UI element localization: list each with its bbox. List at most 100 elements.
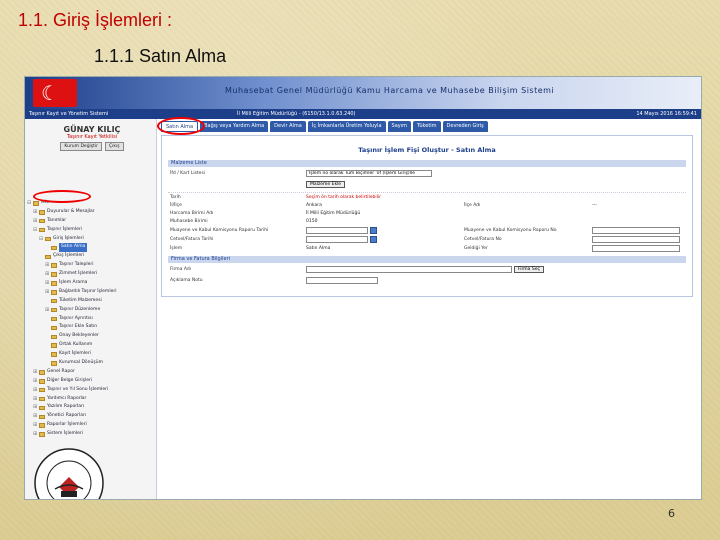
tree-toggle-icon[interactable]: ⊞ bbox=[33, 412, 38, 421]
tree-item[interactable]: ⊞ Zimmet İşlemleri bbox=[27, 270, 155, 279]
transaction-value: Satın Alma bbox=[306, 246, 331, 251]
tree-toggle-icon[interactable]: ⊞ bbox=[45, 288, 50, 297]
app-screenshot: ☾ Muhasebat Genel Müdürlüğü Kamu Harcama… bbox=[24, 76, 702, 500]
invoice-date-input[interactable] bbox=[306, 236, 368, 243]
calendar-icon[interactable] bbox=[370, 227, 377, 234]
tree-item[interactable]: ⊞ Sistem İşlemleri bbox=[27, 430, 155, 439]
tree-toggle-icon[interactable]: ⊟ bbox=[33, 226, 38, 235]
folder-icon bbox=[39, 387, 45, 393]
note-input[interactable] bbox=[306, 277, 378, 284]
inspection-no-input[interactable] bbox=[592, 227, 680, 234]
tree-item[interactable]: ⊞ Raporlar İşlemleri bbox=[27, 421, 155, 430]
folder-icon bbox=[51, 361, 57, 366]
tree-toggle-icon[interactable]: ⊞ bbox=[45, 279, 50, 288]
tree-item[interactable]: ⊟ Taşınır İşlemleri bbox=[27, 226, 155, 235]
accounting-unit-value: 0150 bbox=[306, 219, 318, 224]
select-firm-button[interactable]: Firma Seç bbox=[514, 266, 544, 273]
folder-icon bbox=[51, 352, 57, 357]
tree-toggle-icon[interactable]: ⊞ bbox=[33, 208, 38, 217]
tree-toggle-icon[interactable]: ⊞ bbox=[33, 368, 38, 377]
folder-icon bbox=[39, 210, 45, 215]
inspection-date-input[interactable] bbox=[306, 227, 368, 234]
tab-2[interactable]: Devir Alma bbox=[270, 121, 306, 132]
tree-toggle-icon[interactable]: ⊞ bbox=[33, 403, 38, 412]
tree-item[interactable]: Kayıt İşlemleri bbox=[27, 350, 155, 359]
district-value: --- bbox=[592, 203, 597, 208]
tree-item[interactable]: ⊞ Genel Rapor bbox=[27, 368, 155, 377]
tree-toggle-icon[interactable]: ⊟ bbox=[27, 199, 32, 208]
tree-toggle-icon[interactable]: ⊟ bbox=[39, 235, 44, 244]
material-dropdown[interactable]: İşlem no olarak Tüm Biçimler 'of (İşlem … bbox=[306, 170, 432, 177]
tree-item[interactable]: Ortak Kullanım bbox=[27, 341, 155, 350]
tree-toggle-icon[interactable]: ⊞ bbox=[33, 386, 38, 395]
tree-item[interactable]: ⊞ Diğer Belge Girişleri bbox=[27, 377, 155, 386]
tree-item-label: Tanımlar bbox=[47, 217, 67, 223]
folder-icon bbox=[45, 236, 51, 242]
tree-item[interactable]: Kurumsal Dönüşüm bbox=[27, 359, 155, 368]
folder-icon bbox=[51, 325, 57, 331]
tree-item-label: Raporlar İşlemleri bbox=[47, 422, 87, 428]
tree-item-label: Onay Bekleyenler bbox=[59, 333, 99, 339]
tree-item[interactable]: Tüketim Malzemesi bbox=[27, 297, 155, 306]
tree-item-label: Sistem İşlemleri bbox=[47, 431, 83, 437]
tree-item-label: Bağlantılı Taşınır İşlemleri bbox=[59, 288, 117, 294]
tree-item[interactable]: Taşınır Ekle Satın bbox=[27, 323, 155, 332]
tab-1[interactable]: Bağış veya Yardım Alma bbox=[200, 121, 269, 132]
datetime: 14 Mayıs 2016 16:59:41 bbox=[636, 111, 697, 117]
tree-toggle-icon[interactable]: ⊞ bbox=[33, 421, 38, 430]
logout-button[interactable]: Çıkış bbox=[105, 142, 124, 151]
tree-item[interactable]: ⊟ Giriş İşlemleri bbox=[27, 235, 155, 244]
change-institution-button[interactable]: Kurum Değiştir bbox=[60, 142, 103, 151]
tree-toggle-icon[interactable]: ⊞ bbox=[45, 306, 50, 315]
add-material-button[interactable]: Malzeme Ekle bbox=[306, 181, 346, 188]
tree-item[interactable]: ⊞ Bağlantılı Taşınır İşlemleri bbox=[27, 288, 155, 297]
tree-toggle-icon[interactable]: ⊞ bbox=[33, 395, 38, 404]
origin-input[interactable] bbox=[592, 245, 680, 252]
tree-item[interactable]: ⊞ Taşınır Düzenleme bbox=[27, 306, 155, 315]
tree-item[interactable]: ⊞ Yardımcı Raporlar bbox=[27, 395, 155, 404]
city-value: Ankara bbox=[306, 203, 322, 208]
label-inspection-no: Muayene ve Kabul Komisyonu Raporu No bbox=[464, 228, 557, 233]
tree-toggle-icon[interactable]: ⊞ bbox=[33, 377, 38, 386]
form-title: Taşınır İşlem Fişi Oluştur - Satın Alma bbox=[358, 146, 496, 154]
tree-item[interactable]: Çıkış İşlemleri bbox=[27, 252, 155, 261]
tree-item[interactable]: Satın Alma bbox=[27, 243, 155, 253]
folder-icon bbox=[39, 379, 45, 384]
tree-toggle-icon[interactable]: ⊞ bbox=[45, 261, 50, 270]
tree-item[interactable]: ⊞ İşlem Arama bbox=[27, 279, 155, 288]
tree-item-label: Diğer Belge Girişleri bbox=[47, 377, 93, 383]
folder-icon bbox=[51, 298, 57, 304]
tree-item[interactable]: ⊞ Yönetici Raporları bbox=[27, 412, 155, 421]
calendar-icon[interactable] bbox=[370, 236, 377, 243]
user-role: Taşınır Kayıt Yetkilisi bbox=[66, 134, 118, 140]
tab-5[interactable]: Tüketim bbox=[412, 121, 441, 132]
firm-input[interactable] bbox=[306, 266, 512, 273]
tab-4[interactable]: Sayım bbox=[387, 121, 411, 132]
tree-item[interactable]: Taşınır Ayrıntısı bbox=[27, 315, 155, 324]
tree-toggle-icon[interactable]: ⊞ bbox=[33, 217, 38, 226]
tree-item[interactable]: ⊞ Taşınır ve Yıl Sonu İşlemleri bbox=[27, 386, 155, 395]
folder-icon bbox=[51, 334, 57, 340]
user-panel: GÜNAY KILIÇ Taşınır Kayıt Yetkilisi Kuru… bbox=[33, 125, 151, 159]
tree-item[interactable]: ⊞ Duyurular & Mesajlar bbox=[27, 208, 155, 217]
folder-icon bbox=[51, 272, 57, 277]
tree-toggle-icon[interactable]: ⊞ bbox=[33, 430, 38, 439]
tree-item-label: Yazılım Raporları bbox=[47, 404, 85, 410]
tree-item-label: Taşınır Talepleri bbox=[59, 262, 94, 268]
tree-item[interactable]: Onay Bekleyenler bbox=[27, 332, 155, 341]
turkish-flag-icon: ☾ bbox=[33, 79, 77, 107]
label-invoice-date: Cetvel/Fatura Tarihi bbox=[170, 237, 214, 242]
invoice-no-input[interactable] bbox=[592, 236, 680, 243]
tree-toggle-icon[interactable]: ⊞ bbox=[45, 270, 50, 279]
tab-6[interactable]: Devreden Giriş bbox=[442, 121, 488, 132]
label-ifkart: İfd / Kart Listesi bbox=[170, 171, 206, 176]
highlight-circle-tree bbox=[33, 190, 91, 203]
folder-icon bbox=[39, 423, 45, 428]
tree-item[interactable]: ⊞ Tanımlar bbox=[27, 217, 155, 226]
label-district: İlçe Adı bbox=[464, 203, 481, 208]
user-name: GÜNAY KILIÇ bbox=[63, 125, 121, 134]
tree-item[interactable]: ⊞ Taşınır Talepleri bbox=[27, 261, 155, 270]
nav-tree: ⊟ lelo ⊞ Duyurular & Mesajlar ⊞ Tanımlar ⊟ Taşı… bbox=[27, 199, 155, 439]
tree-item[interactable]: ⊞ Yazılım Raporları bbox=[27, 403, 155, 412]
tab-3[interactable]: İç İmkanlarla Üretim Yoluyla bbox=[307, 121, 386, 132]
